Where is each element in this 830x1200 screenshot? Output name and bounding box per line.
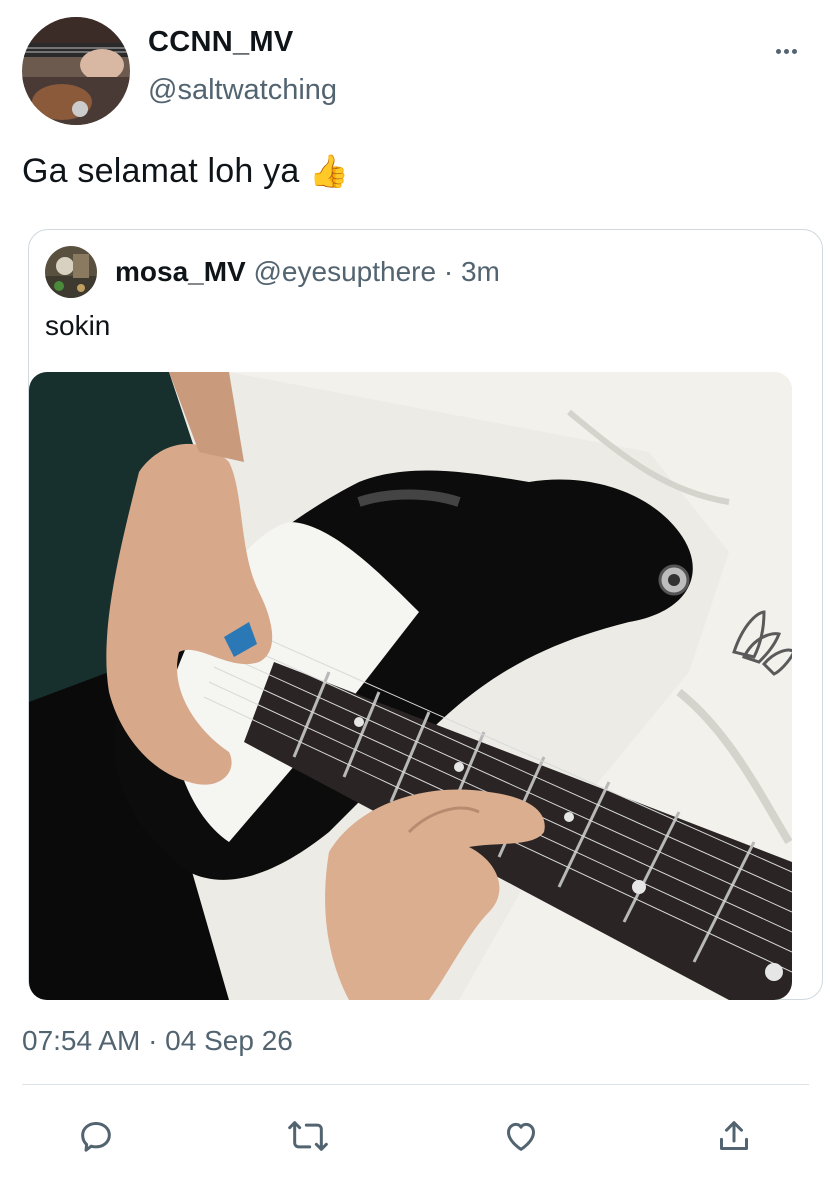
- like-button[interactable]: [497, 1112, 545, 1160]
- more-horizontal-icon: [775, 48, 781, 54]
- more-options-button[interactable]: [768, 38, 804, 64]
- quoted-handle: @eyesupthere: [253, 256, 437, 287]
- tweet-text-body: Ga selamat loh ya: [22, 152, 300, 190]
- thumbs-up-emoji: 👍: [309, 153, 350, 189]
- quoted-tweet-header: mosa_MV @eyesupthere · 3m: [115, 256, 500, 288]
- tweet-timestamp[interactable]: 07:54 AM · 04 Sep 26: [22, 1025, 293, 1057]
- author-handle[interactable]: @saltwatching: [148, 74, 337, 107]
- quoted-display-name: mosa_MV: [115, 256, 246, 287]
- quoted-author-avatar: [45, 246, 97, 298]
- quoted-tweet-card[interactable]: mosa_MV @eyesupthere · 3m sokin: [28, 229, 823, 1000]
- reply-button[interactable]: [72, 1112, 120, 1160]
- retweet-button[interactable]: [284, 1112, 332, 1160]
- author-avatar[interactable]: [22, 17, 130, 125]
- author-display-name[interactable]: CCNN_MV: [148, 26, 294, 59]
- quoted-media-image[interactable]: [29, 372, 792, 1000]
- reply-icon: [81, 1122, 111, 1152]
- quoted-time: 3m: [460, 256, 500, 287]
- retweet-icon: [288, 1121, 328, 1151]
- quoted-tweet-text: sokin: [45, 310, 111, 341]
- tweet-text: Ga selamat loh ya 👍: [22, 152, 349, 191]
- heart-icon: [507, 1122, 535, 1151]
- share-icon: [720, 1121, 748, 1150]
- quoted-separator: ·: [443, 256, 454, 287]
- share-button[interactable]: [710, 1112, 758, 1160]
- actions-divider: [22, 1084, 809, 1085]
